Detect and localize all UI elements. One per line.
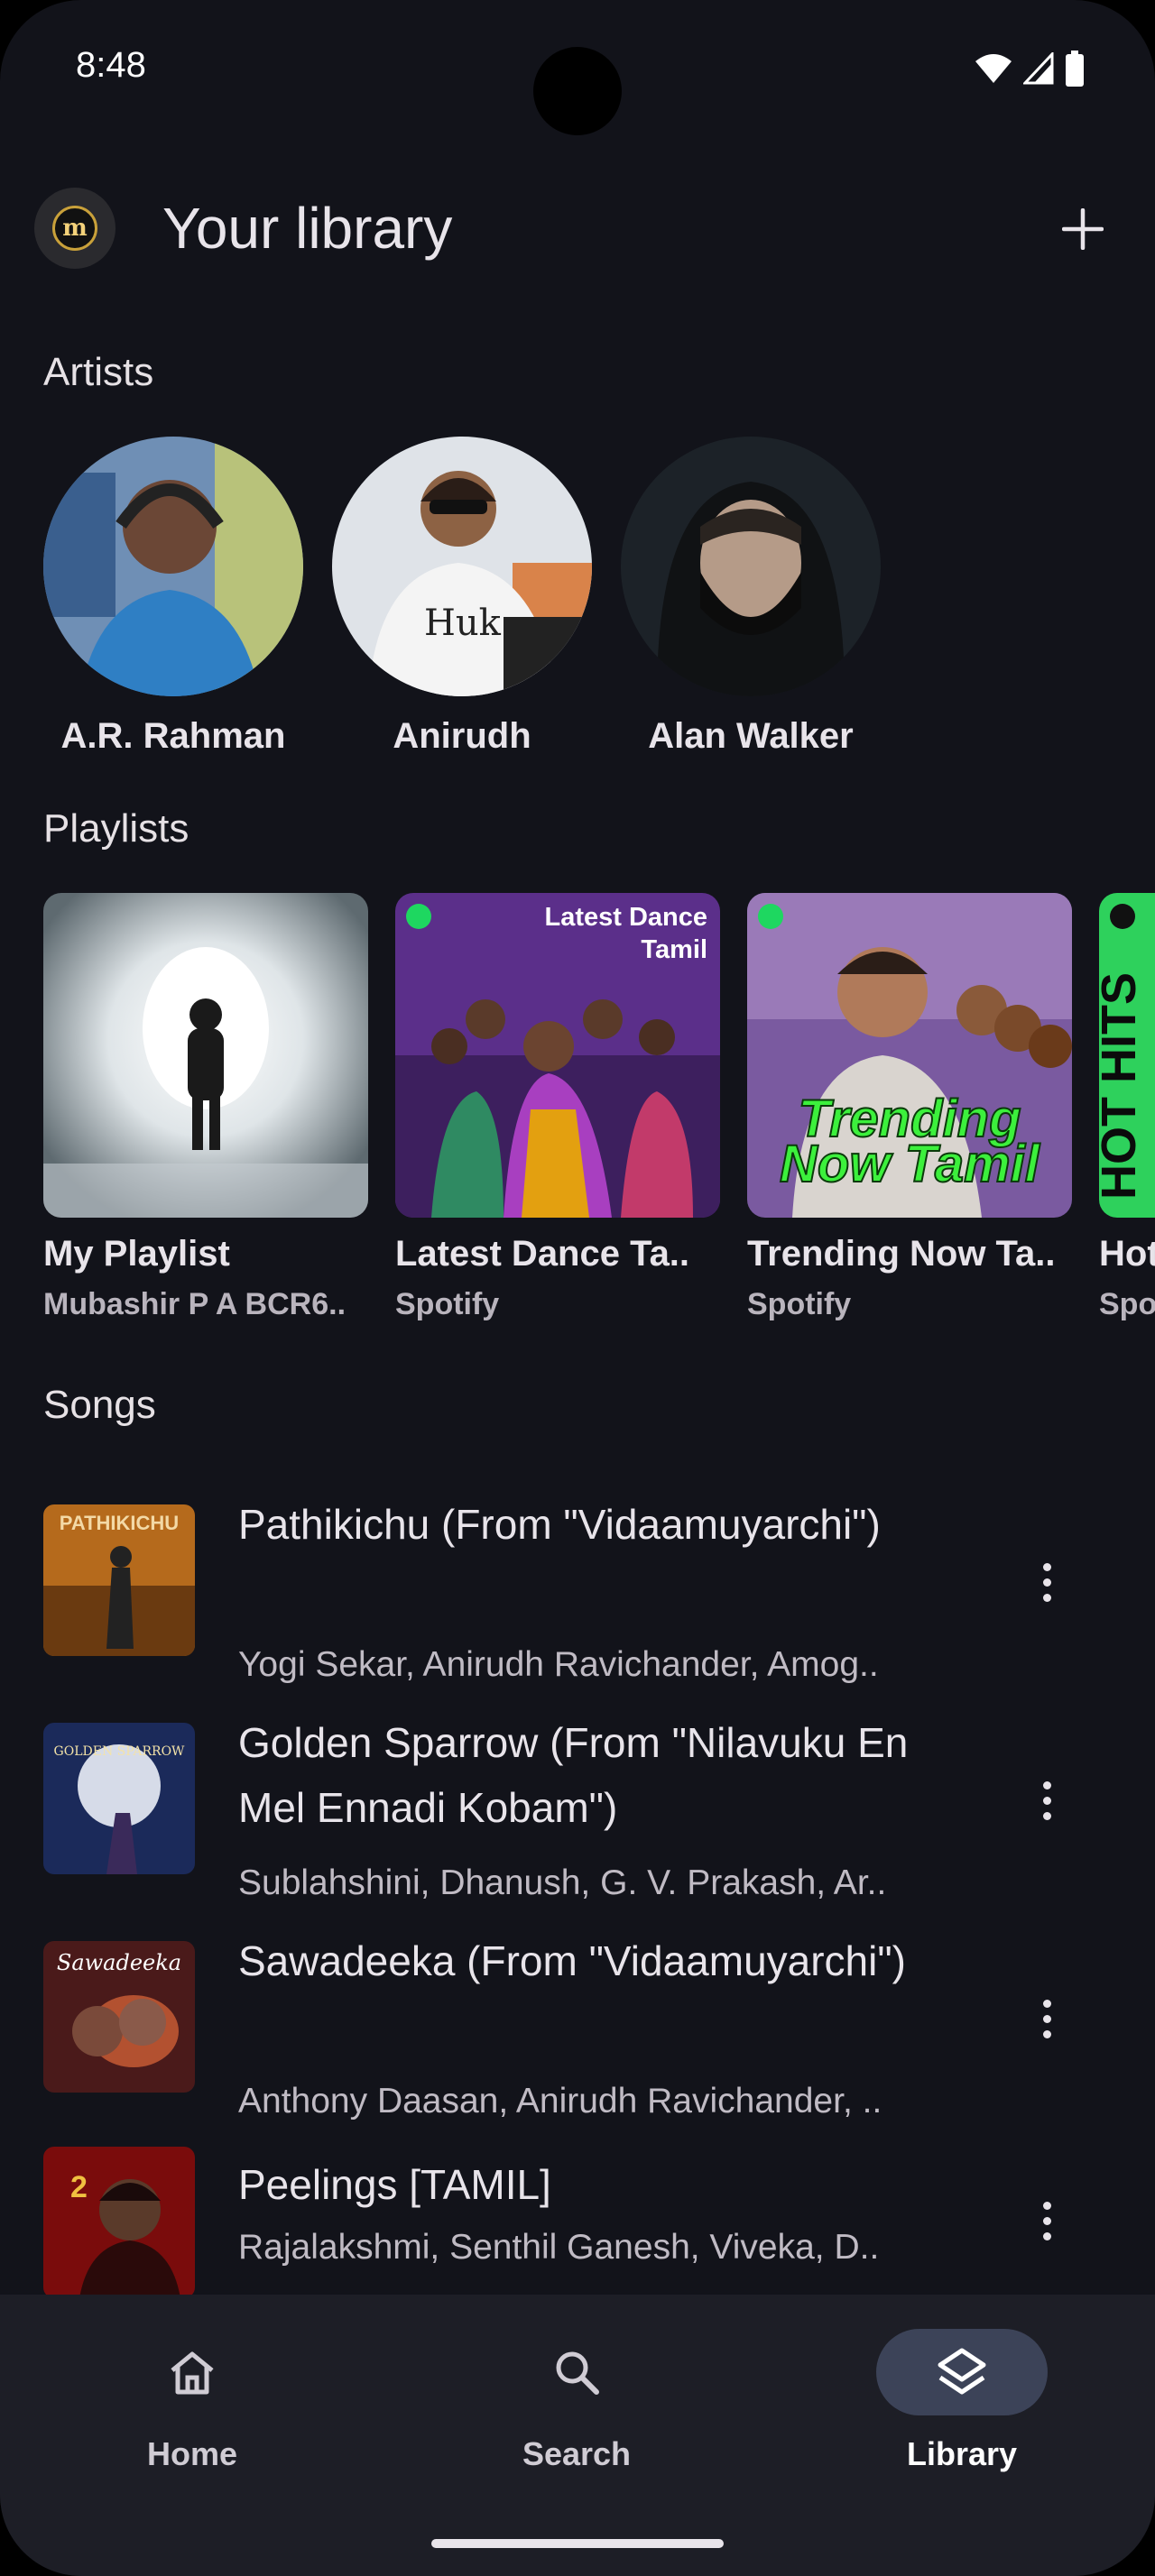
nav-home-pill — [106, 2329, 278, 2415]
playlist-name: Trending Now Ta.. — [747, 1234, 1056, 1274]
more-options-button[interactable] — [1029, 2185, 1065, 2257]
svg-text:Tamil: Tamil — [641, 935, 707, 964]
bottom-navigation: Home Search Library — [0, 2295, 1155, 2576]
song-row[interactable]: PATHIKICHU Pathikichu (From "Vidaamuyarc… — [0, 1492, 1155, 1684]
artist-name: Anirudh — [393, 716, 531, 756]
more-options-button[interactable] — [1029, 1983, 1065, 2055]
svg-text:GOLDEN SPARROW: GOLDEN SPARROW — [54, 1744, 185, 1759]
song-cover: 2 — [43, 2147, 195, 2298]
svg-text:2: 2 — [70, 2170, 88, 2204]
playlist-cover: HOT HITS — [1099, 893, 1155, 1218]
playlist-name: My Playlist — [43, 1234, 230, 1274]
home-icon — [171, 2351, 214, 2395]
song-row[interactable]: Sawadeeka Sawadeeka (From "Vidaamuyarchi… — [0, 1928, 1155, 2121]
song-artists: Rajalakshmi, Senthil Ganesh, Viveka, D.. — [238, 2228, 880, 2267]
playlist-name: Latest Dance Ta.. — [395, 1234, 690, 1274]
song-cover: GOLDEN SPARROW — [43, 1723, 195, 1874]
song-artists: Sublahshini, Dhanush, G. V. Prakash, Ar.… — [238, 1863, 887, 1902]
page-title: Your library — [162, 196, 453, 261]
svg-text:PATHIKICHU: PATHIKICHU — [60, 1512, 179, 1534]
battery-icon — [1066, 51, 1084, 87]
svg-text:Now Tamil: Now Tamil — [780, 1135, 1041, 1193]
song-cover: Sawadeeka — [43, 1941, 195, 2093]
song-cover: PATHIKICHU — [43, 1504, 195, 1656]
status-bar: 8:48 — [0, 0, 1155, 135]
camera-cutout — [533, 47, 622, 135]
svg-text:Sawadeeka: Sawadeeka — [57, 1950, 181, 1975]
playlist-card[interactable]: My Playlist Mubashir P A BCR6.. — [43, 893, 368, 1322]
playlist-name: Hot — [1099, 1234, 1155, 1274]
song-artists: Anthony Daasan, Anirudh Ravichander, .. — [238, 2082, 882, 2121]
app-header: m Your library — [0, 177, 1155, 285]
playlist-cover: Latest Dance Tamil — [395, 893, 720, 1218]
home-indicator[interactable] — [431, 2539, 724, 2548]
nav-label: Library — [906, 2435, 1018, 2472]
nav-label: Search — [522, 2435, 632, 2472]
profile-avatar[interactable]: m — [34, 188, 116, 269]
more-options-button[interactable] — [1029, 1764, 1065, 1836]
artist-photo — [43, 437, 303, 696]
signal-icon — [1023, 52, 1054, 85]
more-options-button[interactable] — [1029, 1546, 1065, 1618]
artists-list: A.R. Rahman Huk Anirudh Alan Walker — [43, 437, 881, 757]
nav-home[interactable]: Home — [57, 2329, 328, 2473]
artist-card[interactable]: Alan Walker — [621, 437, 881, 757]
plus-icon — [1062, 208, 1104, 250]
artist-photo: Huk — [332, 437, 592, 696]
song-title: Peelings [TAMIL] — [238, 2161, 551, 2208]
song-row[interactable]: GOLDEN SPARROW Golden Sparrow (From "Nil… — [0, 1710, 1155, 1902]
add-button[interactable] — [1047, 193, 1119, 265]
phone-screen: 8:48 m Your library Artists A.R. Rahman … — [0, 0, 1155, 2576]
playlists-heading: Playlists — [43, 806, 189, 851]
playlist-owner: Spotify — [747, 1287, 852, 1321]
playlist-owner: Spo — [1099, 1287, 1155, 1321]
svg-text:HOT HITS: HOT HITS — [1099, 972, 1146, 1200]
song-title: Sawadeeka (From "Vidaamuyarchi") — [238, 1937, 906, 1984]
svg-text:Latest Dance: Latest Dance — [544, 903, 707, 932]
artist-name: A.R. Rahman — [60, 716, 286, 756]
playlists-list: My Playlist Mubashir P A BCR6.. Latest D… — [43, 893, 1155, 1322]
artist-card[interactable]: Huk Anirudh — [332, 437, 592, 757]
playlist-owner: Spotify — [395, 1287, 500, 1321]
song-artists: Yogi Sekar, Anirudh Ravichander, Amog.. — [238, 1645, 879, 1684]
status-time: 8:48 — [76, 45, 146, 85]
artist-card[interactable]: A.R. Rahman — [43, 437, 303, 757]
artists-heading: Artists — [43, 350, 154, 394]
layers-icon — [938, 2348, 986, 2395]
playlist-card[interactable]: Latest Dance Tamil Latest Dance Ta.. Spo… — [395, 893, 720, 1322]
song-title: Golden Sparrow (From "Nilavuku En Mel En… — [238, 1719, 909, 1831]
nav-library-pill — [876, 2329, 1048, 2415]
playlist-card[interactable]: HOT HITS Hot Spo — [1099, 893, 1155, 1322]
playlist-cover: Trending Now Tamil — [747, 893, 1072, 1218]
nav-label: Home — [146, 2435, 238, 2472]
nav-search[interactable]: Search — [441, 2329, 712, 2473]
playlist-cover — [43, 893, 368, 1218]
artist-photo — [621, 437, 881, 696]
playlist-owner: Mubashir P A BCR6.. — [43, 1287, 346, 1321]
search-icon — [556, 2351, 599, 2395]
nav-library[interactable]: Library — [827, 2329, 1097, 2473]
nav-search-pill — [491, 2329, 662, 2415]
status-icons — [975, 51, 1085, 87]
wifi-icon — [975, 54, 1012, 83]
svg-text:Huk: Huk — [424, 603, 502, 644]
playlist-card[interactable]: Trending Now Tamil Trending Now Ta.. Spo… — [747, 893, 1072, 1322]
songs-heading: Songs — [43, 1383, 156, 1427]
song-title: Pathikichu (From "Vidaamuyarchi") — [238, 1501, 881, 1548]
app-logo-icon: m — [52, 206, 97, 251]
artist-name: Alan Walker — [648, 716, 854, 756]
